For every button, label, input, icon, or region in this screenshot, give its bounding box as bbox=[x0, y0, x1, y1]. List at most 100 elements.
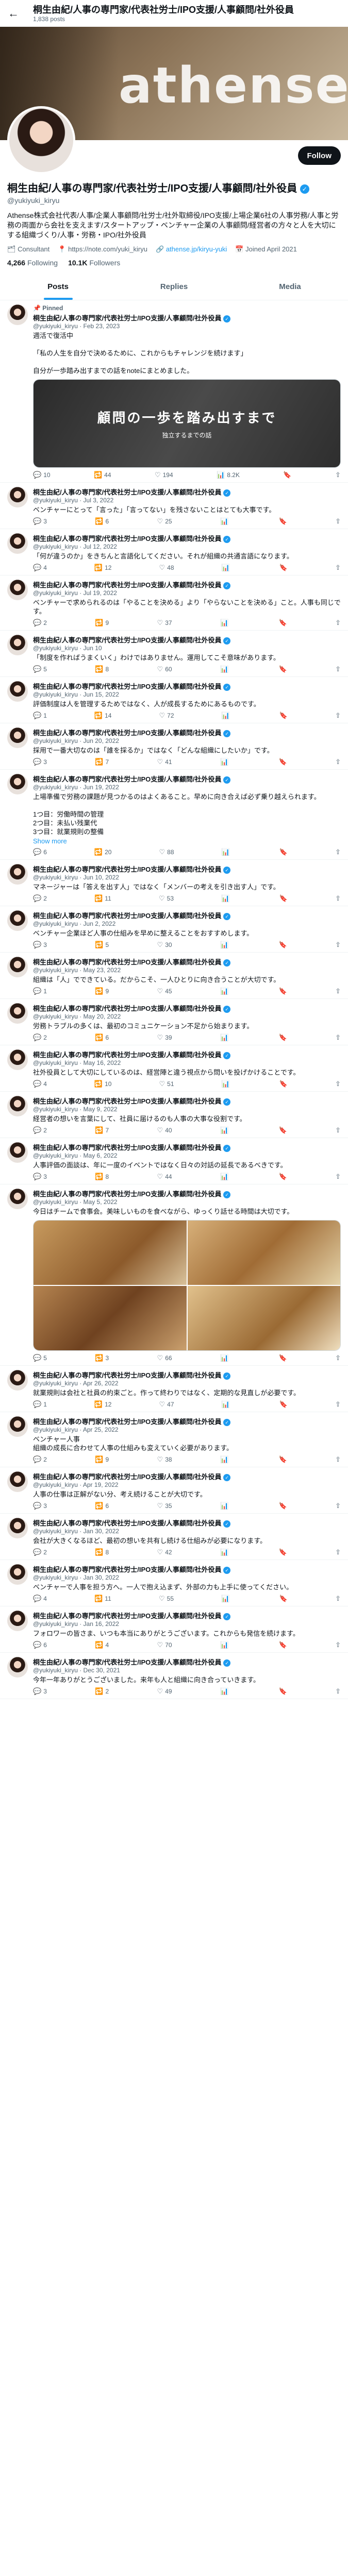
tweet-author[interactable]: 桐生由紀/人事の専門家/代表社労士/IPO支援/人事顧問/社外役員 ✓ bbox=[33, 1096, 341, 1106]
bookmark-button[interactable]: 🔖 bbox=[279, 1126, 287, 1134]
like-button[interactable]: ♡ 72 bbox=[159, 711, 174, 720]
tweet-author[interactable]: 桐生由紀/人事の専門家/代表社労士/IPO支援/人事顧問/社外役員 ✓ bbox=[33, 910, 341, 920]
share-button[interactable]: ⇧ bbox=[335, 941, 341, 949]
tab-media[interactable]: Media bbox=[232, 274, 348, 300]
tweet-author[interactable]: 桐生由紀/人事の専門家/代表社労士/IPO支援/人事顧問/社外役員 ✓ bbox=[33, 1049, 341, 1059]
tweet-author[interactable]: 桐生由紀/人事の専門家/代表社労士/IPO支援/人事顧問/社外役員 ✓ bbox=[33, 1518, 341, 1528]
tweet-author[interactable]: 桐生由紀/人事の専門家/代表社労士/IPO支援/人事顧問/社外役員 ✓ bbox=[33, 681, 341, 691]
views-button[interactable]: 📊 bbox=[222, 711, 232, 720]
repost-button[interactable]: 🔁 44 bbox=[94, 471, 111, 479]
like-button[interactable]: ♡ 51 bbox=[159, 1080, 174, 1088]
reply-button[interactable]: 💬 5 bbox=[33, 1354, 47, 1362]
tweet[interactable]: 桐生由紀/人事の専門家/代表社労士/IPO支援/人事顧問/社外役員 ✓ @yuki… bbox=[0, 677, 348, 723]
tweet-author[interactable]: 桐生由紀/人事の専門家/代表社労士/IPO支援/人事顧問/社外役員 ✓ bbox=[33, 1003, 341, 1013]
like-button[interactable]: ♡ 40 bbox=[157, 1126, 172, 1134]
views-button[interactable]: 📊 bbox=[220, 1173, 230, 1181]
reply-button[interactable]: 💬 4 bbox=[33, 564, 47, 572]
repost-button[interactable]: 🔁 4 bbox=[95, 1641, 109, 1649]
tweet[interactable]: 桐生由紀/人事の専門家/代表社労士/IPO支援/人事顧問/社外役員 ✓ @yuki… bbox=[0, 1560, 348, 1606]
tweet-author[interactable]: 桐生由紀/人事の専門家/代表社労士/IPO支援/人事顧問/社外役員 ✓ bbox=[33, 1471, 341, 1481]
reply-button[interactable]: 💬 4 bbox=[33, 1080, 47, 1088]
share-button[interactable]: ⇧ bbox=[335, 564, 341, 572]
follow-button[interactable]: Follow bbox=[297, 146, 341, 165]
repost-button[interactable]: 🔁 8 bbox=[95, 665, 109, 673]
repost-button[interactable]: 🔁 5 bbox=[95, 941, 109, 949]
repost-button[interactable]: 🔁 9 bbox=[95, 987, 109, 995]
tweet-avatar[interactable] bbox=[7, 580, 28, 600]
share-button[interactable]: ⇧ bbox=[335, 1354, 341, 1362]
tab-posts[interactable]: Posts bbox=[0, 274, 116, 300]
bookmark-button[interactable]: 🔖 bbox=[279, 1548, 287, 1556]
bookmark-button[interactable]: 🔖 bbox=[279, 1400, 288, 1409]
views-button[interactable]: 📊 bbox=[220, 1502, 230, 1510]
share-button[interactable]: ⇧ bbox=[335, 1033, 341, 1042]
share-button[interactable]: ⇧ bbox=[335, 1502, 341, 1510]
repost-button[interactable]: 🔁 11 bbox=[94, 894, 111, 903]
bookmark-button[interactable]: 🔖 bbox=[279, 1080, 288, 1088]
reply-button[interactable]: 💬 6 bbox=[33, 848, 47, 856]
tweet-avatar[interactable] bbox=[7, 1657, 28, 1677]
views-button[interactable]: 📊 8.2K bbox=[217, 471, 240, 479]
profile-avatar[interactable] bbox=[7, 106, 75, 174]
bookmark-button[interactable]: 🔖 bbox=[279, 1502, 287, 1510]
tweet-author[interactable]: 桐生由紀/人事の専門家/代表社労士/IPO支援/人事顧問/社外役員 ✓ bbox=[33, 635, 341, 645]
bookmark-button[interactable]: 🔖 bbox=[279, 894, 288, 903]
bookmark-button[interactable]: 🔖 bbox=[279, 941, 287, 949]
tweet-author[interactable]: 桐生由紀/人事の専門家/代表社労士/IPO支援/人事顧問/社外役員 ✓ bbox=[33, 1142, 341, 1152]
tweet-author[interactable]: 桐生由紀/人事の専門家/代表社労士/IPO支援/人事顧問/社外役員 ✓ bbox=[33, 580, 341, 589]
tweet-image-grid[interactable] bbox=[33, 1220, 341, 1351]
tweet[interactable]: 桐生由紀/人事の専門家/代表社労士/IPO支援/人事顧問/社外役員 ✓ @yuki… bbox=[0, 906, 348, 953]
tweet[interactable]: 桐生由紀/人事の専門家/代表社労士/IPO支援/人事顧問/社外役員 ✓ @yuki… bbox=[0, 1184, 348, 1366]
tweet-avatar[interactable] bbox=[7, 533, 28, 554]
reply-button[interactable]: 💬 3 bbox=[33, 517, 47, 526]
like-button[interactable]: ♡ 30 bbox=[157, 941, 172, 949]
bookmark-button[interactable]: 🔖 bbox=[279, 758, 287, 766]
share-button[interactable]: ⇧ bbox=[335, 987, 341, 995]
tweet[interactable]: 桐生由紀/人事の専門家/代表社労士/IPO支援/人事顧問/社外役員 ✓ @yuki… bbox=[0, 631, 348, 677]
reply-button[interactable]: 💬 2 bbox=[33, 619, 47, 627]
tweet[interactable]: 桐生由紀/人事の専門家/代表社労士/IPO支援/人事顧問/社外役員 ✓ @yuki… bbox=[0, 723, 348, 770]
tweet-avatar[interactable] bbox=[7, 1611, 28, 1631]
tweet-author[interactable]: 桐生由紀/人事の専門家/代表社労士/IPO支援/人事顧問/社外役員 ✓ bbox=[33, 1416, 341, 1426]
bookmark-button[interactable]: 🔖 bbox=[279, 517, 287, 526]
tweet-author[interactable]: 桐生由紀/人事の専門家/代表社労士/IPO支援/人事顧問/社外役員 ✓ bbox=[33, 774, 341, 784]
food-photo[interactable] bbox=[187, 1286, 340, 1350]
repost-button[interactable]: 🔁 14 bbox=[94, 711, 112, 720]
like-button[interactable]: ♡ 41 bbox=[157, 758, 172, 766]
repost-button[interactable]: 🔁 6 bbox=[95, 1502, 109, 1510]
views-button[interactable]: 📊 bbox=[221, 894, 231, 903]
like-button[interactable]: ♡ 49 bbox=[157, 1687, 172, 1696]
tweet-avatar[interactable] bbox=[7, 910, 28, 931]
tweet[interactable]: 桐生由紀/人事の専門家/代表社労士/IPO支援/人事顧問/社外役員 ✓ @yuki… bbox=[0, 575, 348, 631]
reply-button[interactable]: 💬 1 bbox=[33, 1400, 47, 1409]
bookmark-button[interactable]: 🔖 bbox=[279, 711, 288, 720]
repost-button[interactable]: 🔁 10 bbox=[94, 1080, 112, 1088]
reply-button[interactable]: 💬 3 bbox=[33, 1173, 47, 1181]
bookmark-button[interactable]: 🔖 bbox=[279, 1595, 288, 1603]
tweet-avatar[interactable] bbox=[7, 864, 28, 885]
reply-button[interactable]: 💬 3 bbox=[33, 941, 47, 949]
following-stat[interactable]: 4,266 Following bbox=[7, 259, 58, 267]
like-button[interactable]: ♡ 47 bbox=[159, 1400, 174, 1409]
share-button[interactable]: ⇧ bbox=[335, 1641, 341, 1649]
tweet-avatar[interactable] bbox=[7, 1471, 28, 1492]
tweet[interactable]: 桐生由紀/人事の専門家/代表社労士/IPO支援/人事顧問/社外役員 ✓ @yuki… bbox=[0, 1467, 348, 1514]
repost-button[interactable]: 🔁 6 bbox=[95, 1033, 109, 1042]
repost-button[interactable]: 🔁 7 bbox=[95, 758, 109, 766]
website-link[interactable]: athense.jp/kiryu-yuki bbox=[166, 245, 227, 253]
reply-button[interactable]: 💬 3 bbox=[33, 758, 47, 766]
like-button[interactable]: ♡ 70 bbox=[157, 1641, 172, 1649]
like-button[interactable]: ♡ 39 bbox=[157, 1033, 172, 1042]
reply-button[interactable]: 💬 6 bbox=[33, 1641, 47, 1649]
bookmark-button[interactable]: 🔖 bbox=[279, 1033, 287, 1042]
tweet[interactable]: 桐生由紀/人事の専門家/代表社労士/IPO支援/人事顧問/社外役員 ✓ @yuki… bbox=[0, 1045, 348, 1092]
repost-button[interactable]: 🔁 20 bbox=[94, 848, 112, 856]
views-button[interactable]: 📊 bbox=[220, 941, 230, 949]
reply-button[interactable]: 💬 3 bbox=[33, 1502, 47, 1510]
repost-button[interactable]: 🔁 9 bbox=[95, 619, 109, 627]
tweet[interactable]: 桐生由紀/人事の専門家/代表社労士/IPO支援/人事顧問/社外役員 ✓ @yuki… bbox=[0, 529, 348, 575]
share-button[interactable]: ⇧ bbox=[335, 758, 341, 766]
bookmark-button[interactable]: 🔖 bbox=[279, 1354, 287, 1362]
views-button[interactable]: 📊 bbox=[220, 619, 230, 627]
tweet-avatar[interactable] bbox=[7, 1049, 28, 1070]
